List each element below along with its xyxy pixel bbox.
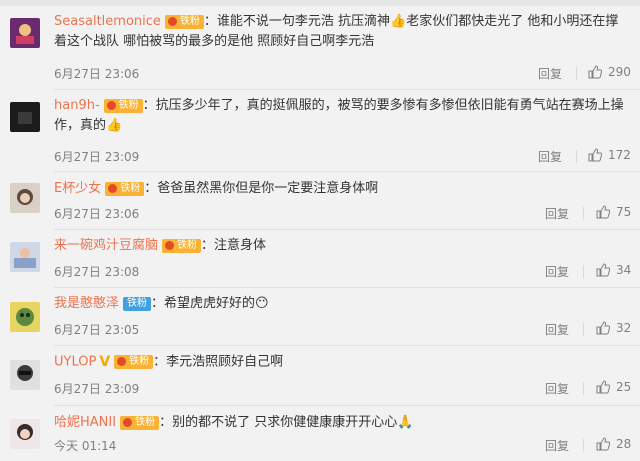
avatar[interactable]	[10, 18, 40, 48]
separator	[54, 229, 640, 230]
like-button[interactable]: 28	[596, 437, 631, 451]
like-count: 172	[608, 148, 631, 162]
separator	[54, 287, 640, 288]
separator	[54, 89, 640, 90]
comment-time: 6月27日 23:08	[54, 265, 140, 279]
comment-time: 今天 01:14	[54, 439, 117, 453]
separator	[54, 405, 640, 406]
username-link[interactable]: 哈妮HANII	[54, 415, 116, 430]
username-link[interactable]: Seasaltlemonice	[54, 14, 161, 29]
fan-badge[interactable]: 铁粉	[164, 14, 204, 29]
username-link[interactable]: han9h-	[54, 98, 100, 113]
comment-item: Seasaltlemonice 铁粉 ：谁能不说一句李元浩 抗压滴神👍老家伙们都快走…	[0, 12, 640, 90]
reply-button[interactable]: 回复	[545, 437, 569, 454]
fan-badge[interactable]: 铁粉	[120, 415, 160, 430]
like-button[interactable]: 172	[588, 148, 631, 162]
fan-badge[interactable]: 铁粉	[114, 355, 154, 369]
comment-item: 我是憨憨泽 铁粉 ：希望虎虎好好的😶 6月27日 23:05 回复 32	[0, 290, 640, 346]
reply-button[interactable]: 回复	[538, 148, 562, 165]
avatar[interactable]	[10, 302, 40, 332]
like-count: 290	[608, 65, 631, 79]
reply-button[interactable]: 回复	[545, 263, 569, 280]
divider	[576, 67, 577, 80]
iron-fan-badge[interactable]: 铁粉	[123, 296, 152, 311]
like-button[interactable]: 290	[588, 65, 631, 79]
comment-item: UYLOP V 铁粉 ：李元浩照顾好自己啊 6月27日 23:09 回复 25	[0, 348, 640, 406]
username-link[interactable]: E杯少女	[54, 181, 101, 196]
divider	[583, 439, 584, 452]
thumbs-up-icon	[596, 321, 610, 335]
username-link[interactable]: 来一碗鸡汁豆腐脑	[54, 238, 158, 253]
like-button[interactable]: 32	[596, 321, 631, 335]
comment-text: 注意身体	[214, 238, 267, 253]
comment-time: 6月27日 23:06	[54, 207, 140, 221]
comment-text: 李元浩照顾好自己啊	[166, 354, 284, 370]
avatar[interactable]	[10, 419, 40, 449]
thumbs-up-icon	[588, 65, 602, 79]
thumbs-up-icon	[588, 148, 602, 162]
comment-time: 6月27日 23:05	[54, 323, 140, 337]
reply-button[interactable]: 回复	[545, 321, 569, 338]
like-button[interactable]: 34	[596, 263, 631, 277]
fan-badge[interactable]: 铁粉	[162, 238, 202, 253]
comment-time: 6月27日 23:09	[54, 382, 140, 396]
like-count: 75	[616, 205, 632, 219]
divider	[583, 207, 584, 220]
username-link[interactable]: UYLOP	[54, 355, 96, 370]
thumbs-up-icon	[596, 205, 610, 219]
like-count: 25	[616, 380, 632, 394]
reply-button[interactable]: 回复	[538, 65, 562, 82]
reply-button[interactable]: 回复	[545, 380, 569, 397]
like-button[interactable]: 25	[596, 380, 631, 394]
like-count: 28	[616, 437, 632, 451]
separator	[54, 171, 640, 172]
avatar[interactable]	[10, 102, 40, 132]
comment-time: 6月27日 23:06	[54, 67, 140, 81]
thumbs-up-icon	[596, 263, 610, 277]
divider	[576, 150, 577, 163]
fan-badge[interactable]: 铁粉	[105, 181, 145, 196]
avatar[interactable]	[10, 360, 40, 390]
avatar[interactable]	[10, 242, 40, 272]
comment-item: E杯少女 铁粉 ：爸爸虽然黑你但是你一定要注意身体啊 6月27日 23:06 回复 …	[0, 175, 640, 230]
like-button[interactable]: 75	[596, 205, 631, 219]
thumbs-up-icon	[596, 380, 610, 394]
divider	[583, 323, 584, 336]
comment-time: 6月27日 23:09	[54, 150, 140, 164]
comment-item: han9h- 铁粉 ：抗压多少年了，真的挺佩服的，被骂的要多惨有多惨但依旧能有勇气站…	[0, 92, 640, 172]
comment-item: 哈妮HANII 铁粉 ：别的都不说了 只求你健健康康开开心心🙏 今天 01:14 回…	[0, 407, 640, 461]
divider	[583, 265, 584, 278]
fan-badge[interactable]: 铁粉	[103, 98, 143, 113]
top-strip	[0, 0, 640, 6]
divider	[583, 382, 584, 395]
thumbs-up-icon	[596, 437, 610, 451]
comment-text: 爸爸虽然黑你但是你一定要注意身体啊	[157, 181, 379, 196]
like-count: 32	[616, 321, 632, 335]
comment-text: 希望虎虎好好的😶	[164, 296, 269, 311]
comment-item: 来一碗鸡汁豆腐脑 铁粉 ：注意身体 6月27日 23:08 回复 34	[0, 232, 640, 288]
avatar[interactable]	[10, 183, 40, 213]
like-count: 34	[616, 263, 632, 277]
separator	[54, 345, 640, 346]
username-link[interactable]: 我是憨憨泽	[54, 296, 119, 311]
verified-v-icon[interactable]: V	[99, 352, 110, 372]
reply-button[interactable]: 回复	[545, 205, 569, 222]
comment-text: 别的都不说了 只求你健健康康开开心心🙏	[172, 415, 414, 430]
